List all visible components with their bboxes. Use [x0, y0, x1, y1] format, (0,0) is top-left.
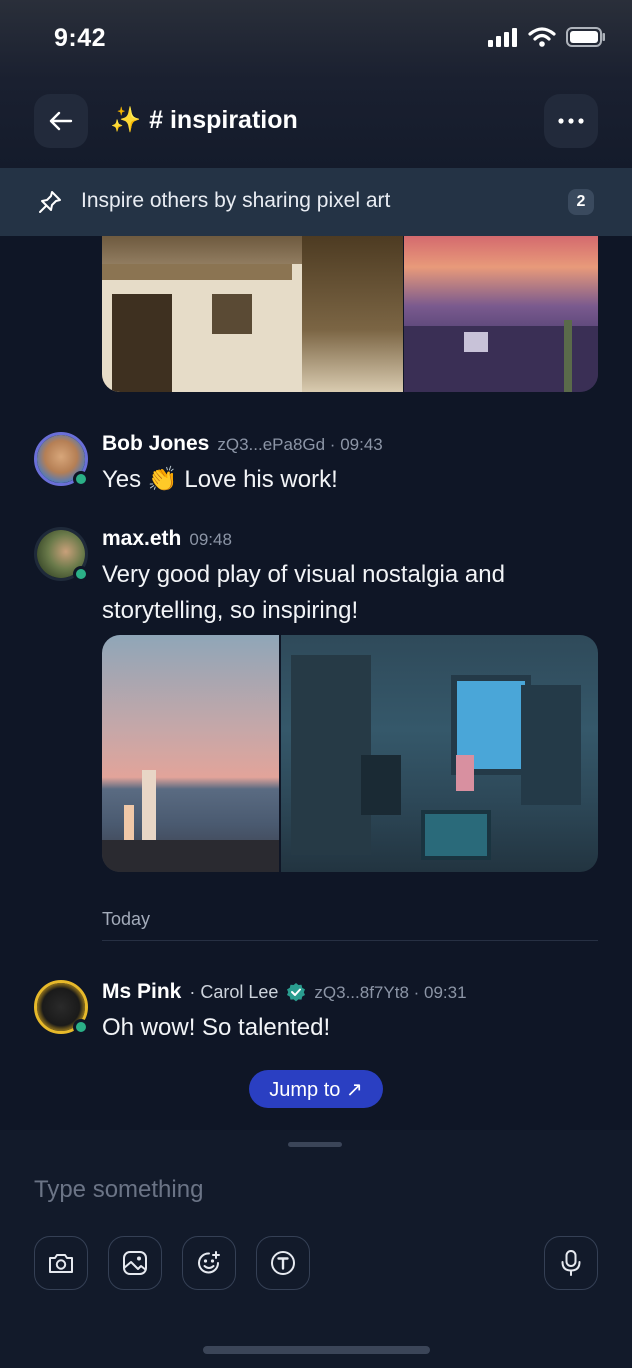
online-status-dot	[73, 1019, 89, 1035]
wifi-icon	[528, 27, 556, 47]
pixel-art-image-beach[interactable]	[102, 635, 279, 872]
avatar[interactable]	[34, 527, 89, 582]
pin-icon	[39, 191, 61, 213]
image-button[interactable]	[108, 1236, 162, 1290]
home-indicator	[203, 1346, 430, 1354]
status-bar: 9:42	[0, 0, 632, 80]
message-text: Very good play of visual nostalgia and s…	[102, 561, 505, 624]
image-attachment-pair[interactable]	[102, 635, 598, 872]
message-composer	[0, 1130, 632, 1368]
text-format-icon	[271, 1251, 295, 1275]
text-format-button[interactable]	[256, 1236, 310, 1290]
status-icons	[488, 27, 606, 47]
message-input[interactable]	[34, 1170, 594, 1210]
status-time: 9:42	[54, 24, 107, 52]
author-name[interactable]: Ms Pink	[102, 980, 181, 1004]
pinned-text: Inspire others by sharing pixel art	[81, 189, 391, 212]
channel-header: ✨ # inspiration	[0, 80, 632, 168]
message-text: Yes 👏 Love his work!	[102, 466, 338, 493]
emoji-button[interactable]	[182, 1236, 236, 1290]
back-button[interactable]	[34, 94, 88, 148]
pixel-art-image-room[interactable]	[281, 635, 598, 872]
pinned-message-bar[interactable]: Inspire others by sharing pixel art 2	[0, 168, 632, 236]
more-button[interactable]	[544, 94, 598, 148]
channel-name: # inspiration	[149, 106, 298, 134]
jump-to-button[interactable]: Jump to ↗	[249, 1070, 383, 1108]
voice-message-button[interactable]	[544, 1236, 598, 1290]
online-status-dot	[73, 471, 89, 487]
camera-icon	[49, 1254, 73, 1273]
author-name[interactable]: Bob Jones	[102, 432, 209, 456]
message-meta: zQ3...8f7Yt8 · 09:31	[314, 983, 467, 1002]
pixel-art-image-house[interactable]	[102, 236, 403, 392]
message-meta: zQ3...ePa8Gd · 09:43	[217, 435, 383, 454]
image-attachment-pair[interactable]	[102, 236, 598, 392]
message-meta: 09:48	[189, 530, 232, 549]
more-icon	[558, 118, 584, 124]
avatar[interactable]	[34, 980, 89, 1035]
channel-title[interactable]: ✨ # inspiration	[110, 106, 298, 135]
channel-emoji: ✨	[110, 106, 142, 134]
composer-drag-handle[interactable]	[288, 1142, 342, 1147]
back-arrow-icon	[49, 111, 73, 131]
message-item[interactable]: Ms Pink · Carol Lee zQ3...8f7Yt8 · 09:31…	[34, 980, 614, 1050]
image-icon	[123, 1251, 147, 1275]
author-name[interactable]: max.eth	[102, 527, 181, 551]
author-display-name: · Carol Lee	[189, 982, 279, 1002]
battery-icon	[566, 27, 605, 47]
online-status-dot	[73, 566, 89, 582]
signal-icon	[488, 28, 517, 47]
date-divider	[102, 940, 598, 941]
pixel-art-image-desert[interactable]	[403, 236, 598, 392]
microphone-icon	[561, 1250, 581, 1276]
date-separator: Today	[102, 909, 151, 929]
camera-button[interactable]	[34, 1236, 88, 1290]
pinned-count-badge: 2	[568, 189, 594, 215]
message-item[interactable]: max.eth 09:48 Very good play of visual n…	[34, 527, 614, 627]
emoji-icon	[198, 1251, 220, 1274]
message-item[interactable]: Bob Jones zQ3...ePa8Gd · 09:43 Yes 👏 Lov…	[34, 432, 614, 502]
message-text: Oh wow! So talented!	[102, 1014, 331, 1041]
avatar[interactable]	[34, 432, 89, 487]
verified-icon	[287, 983, 306, 1002]
